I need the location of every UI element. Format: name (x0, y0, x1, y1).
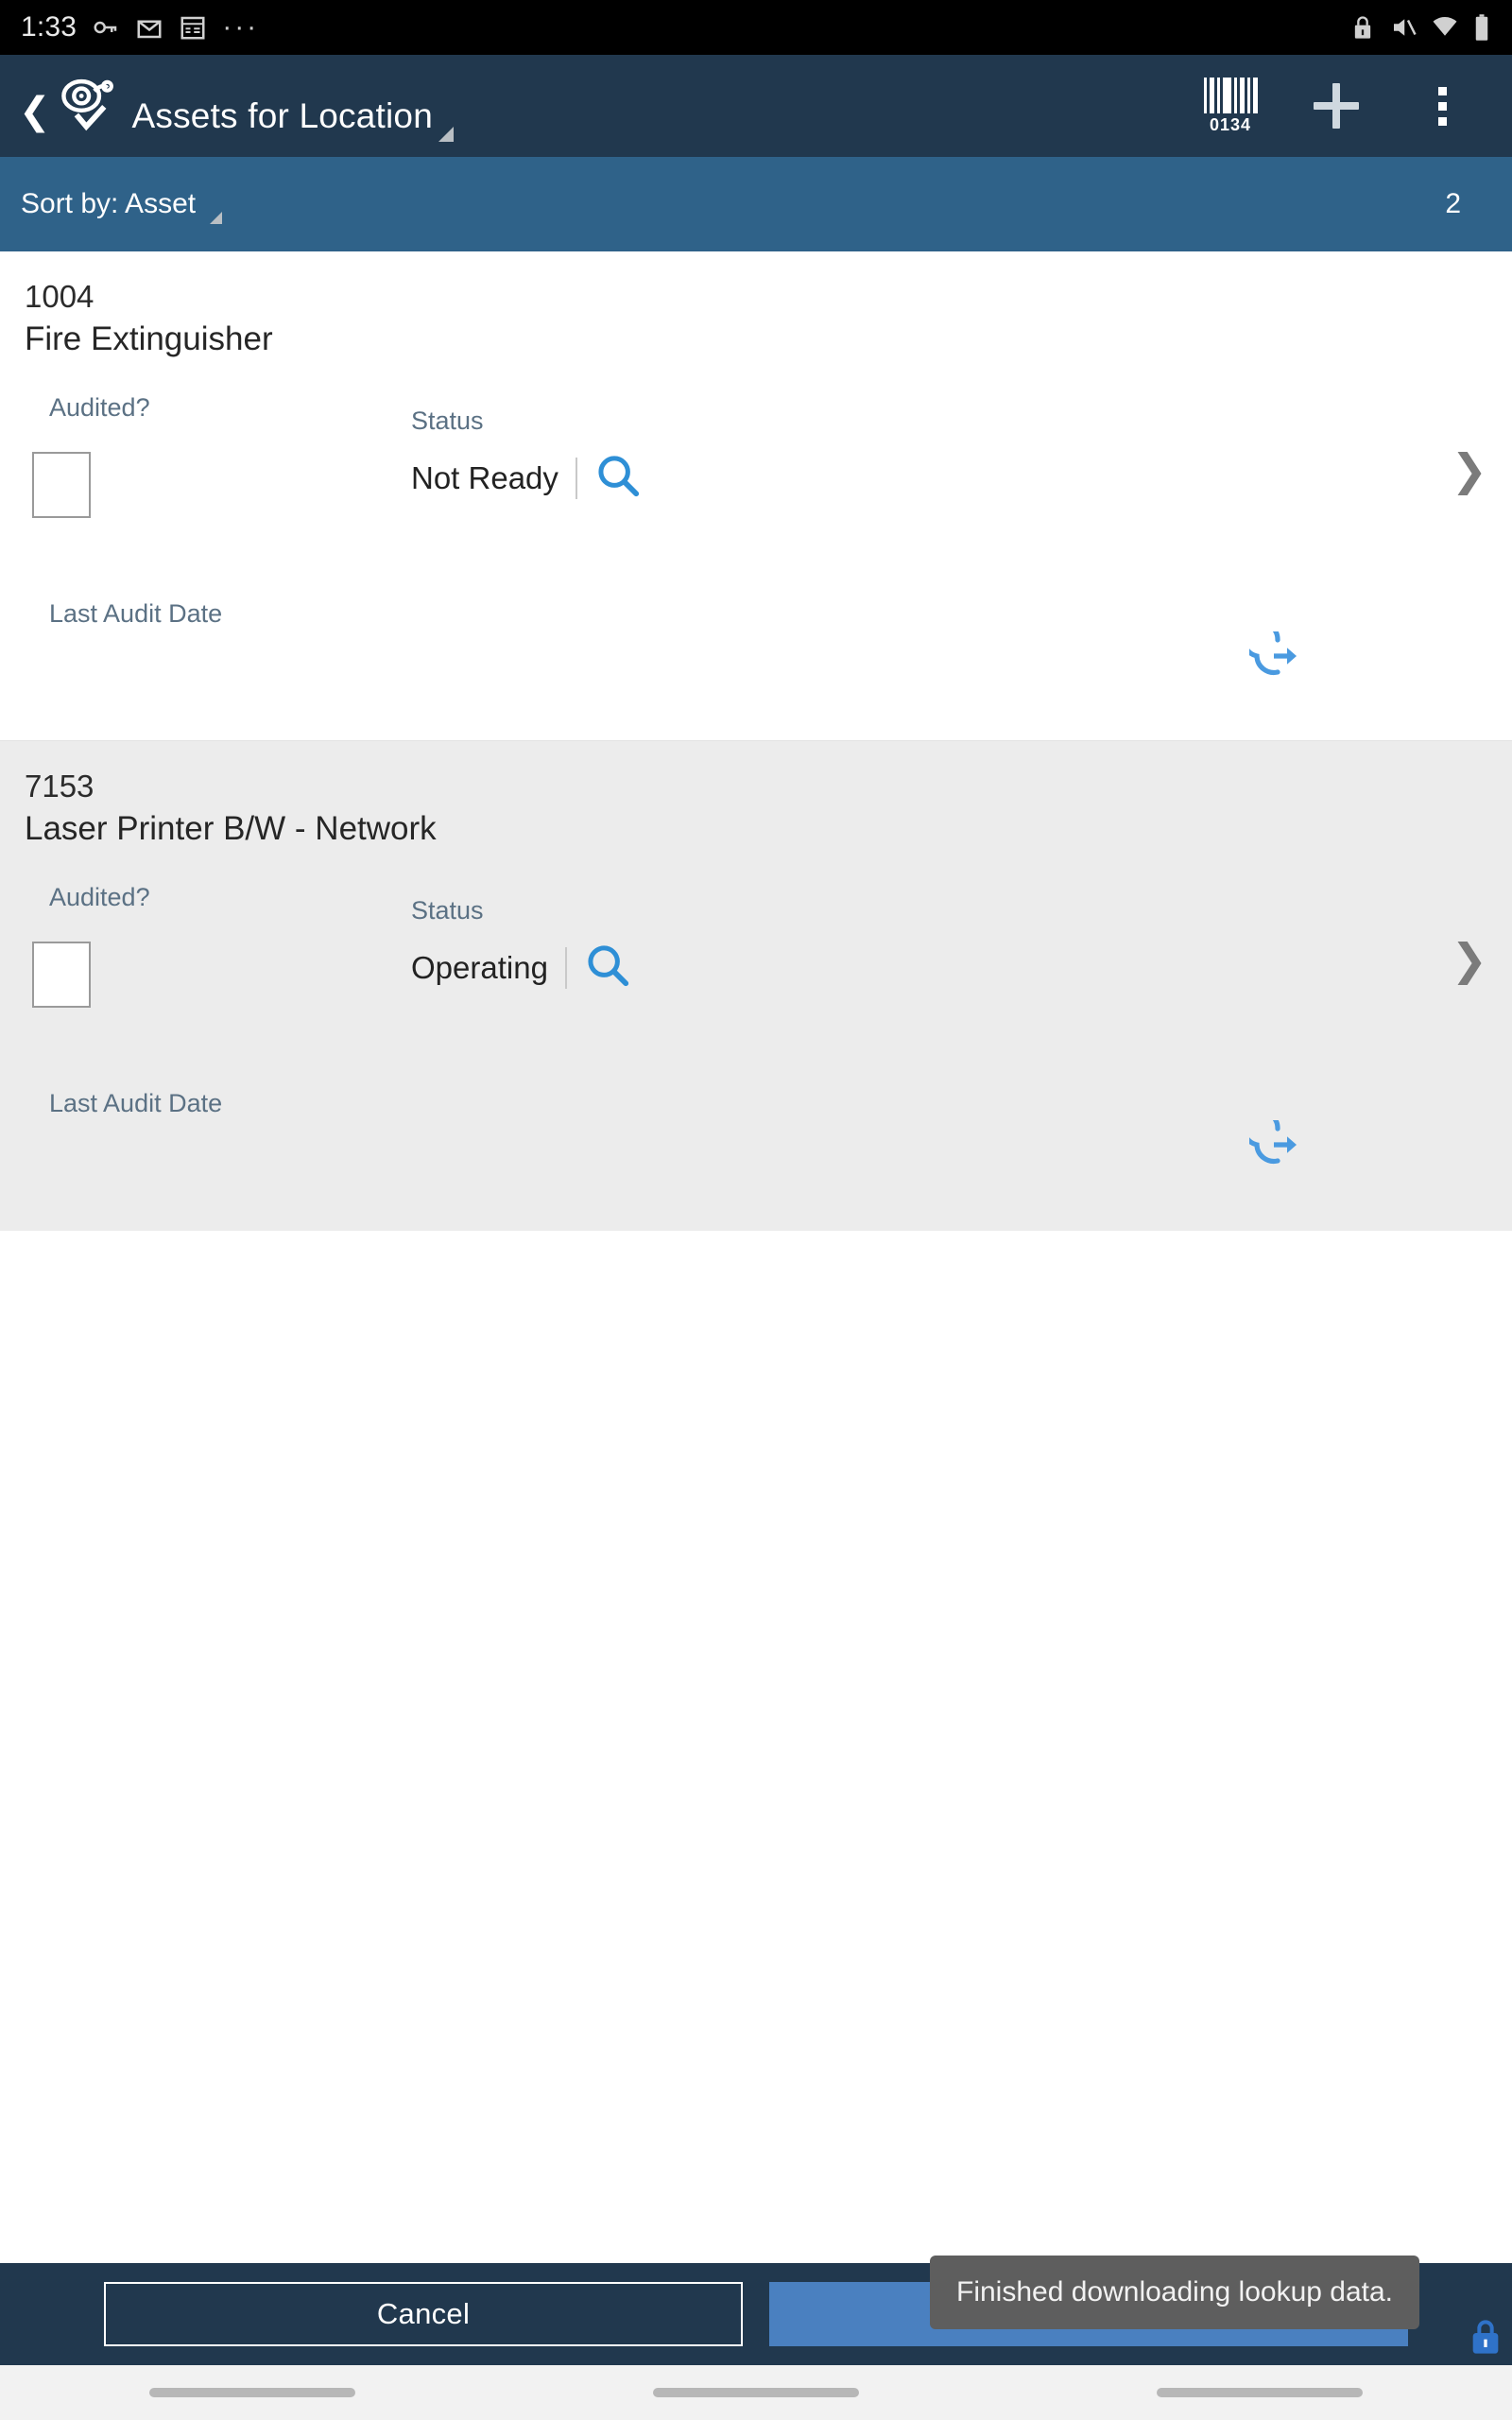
barcode-number: 0134 (1209, 114, 1252, 134)
battery-icon (1472, 13, 1491, 42)
open-detail-icon[interactable]: ❯ (1451, 448, 1487, 492)
add-icon[interactable] (1283, 55, 1389, 157)
asset-number: 7153 (25, 769, 94, 804)
status-bar: 1:33 ··· (0, 0, 1512, 55)
page-title: Assets for Location (131, 95, 433, 135)
wifi-icon (1431, 13, 1459, 42)
status-field[interactable]: Not Ready (411, 452, 642, 504)
asset-audit-eye-icon[interactable] (59, 77, 117, 136)
mail-icon (135, 13, 163, 42)
asset-number: 1004 (25, 279, 94, 314)
status-label: Status (411, 896, 484, 925)
key-icon (92, 13, 120, 42)
app-bar-left: ❮ Assets for Location (0, 77, 457, 142)
status-label: Status (411, 406, 484, 435)
lock-icon (1349, 14, 1376, 41)
volume-mute-icon (1389, 13, 1418, 42)
ime-lock-icon[interactable] (1467, 2319, 1504, 2361)
app-bar-actions: 0134 (1177, 55, 1512, 157)
toast-message: Finished downloading lookup data. (930, 2256, 1419, 2329)
status-value: Not Ready (411, 459, 558, 495)
field-divider (564, 946, 567, 989)
result-count: 2 (1445, 188, 1461, 219)
set-current-date-icon[interactable] (1241, 619, 1302, 685)
status-value: Operating (411, 949, 548, 985)
last-audit-date-label: Last Audit Date (49, 599, 223, 628)
status-field[interactable]: Operating (411, 942, 631, 994)
barcode-scan-icon[interactable]: 0134 (1177, 55, 1283, 157)
sort-bar: Sort by: Asset 2 (0, 157, 1512, 251)
asset-description: Laser Printer B/W - Network (25, 810, 437, 847)
audited-checkbox[interactable] (32, 452, 91, 518)
title-dropdown-marker-icon (438, 126, 454, 142)
status-bar-left: 1:33 ··· (21, 11, 259, 43)
overflow-menu-icon[interactable] (1389, 55, 1495, 157)
field-divider (575, 457, 577, 499)
sort-dropdown-marker-icon (210, 212, 223, 224)
asset-list: 1004 Fire Extinguisher Audited? Status N… (0, 251, 1512, 1231)
sort-by-selector[interactable]: Sort by: Asset (21, 188, 224, 224)
more-icon: ··· (222, 11, 260, 43)
back-icon[interactable]: ❮ (19, 93, 55, 136)
plus-glyph (1314, 83, 1359, 129)
status-bar-right (1349, 13, 1491, 42)
open-detail-icon[interactable]: ❯ (1451, 938, 1487, 981)
audited-checkbox[interactable] (32, 942, 91, 1008)
search-icon[interactable] (584, 942, 631, 994)
cancel-button[interactable]: Cancel (104, 2282, 743, 2346)
nav-home-pill[interactable] (652, 2388, 859, 2397)
last-audit-date-label: Last Audit Date (49, 1089, 223, 1117)
kebab-glyph (1437, 86, 1447, 126)
status-bar-clock: 1:33 (21, 11, 77, 43)
page-title-wrap[interactable]: Assets for Location (131, 95, 457, 142)
barcode-glyph: 0134 (1203, 77, 1258, 135)
set-current-date-icon[interactable] (1241, 1108, 1302, 1174)
calendar-icon (179, 13, 207, 42)
search-icon[interactable] (594, 452, 642, 504)
system-navigation-bar (0, 2365, 1512, 2420)
app-bar: ❮ Assets for Location 0134 (0, 55, 1512, 157)
audited-label: Audited? (49, 883, 150, 911)
barcode-bars (1203, 77, 1258, 113)
nav-back-pill[interactable] (148, 2388, 355, 2397)
asset-description: Fire Extinguisher (25, 320, 273, 357)
nav-recents-pill[interactable] (1157, 2388, 1364, 2397)
sort-by-label: Sort by: Asset (21, 188, 197, 219)
audited-label: Audited? (49, 393, 150, 422)
